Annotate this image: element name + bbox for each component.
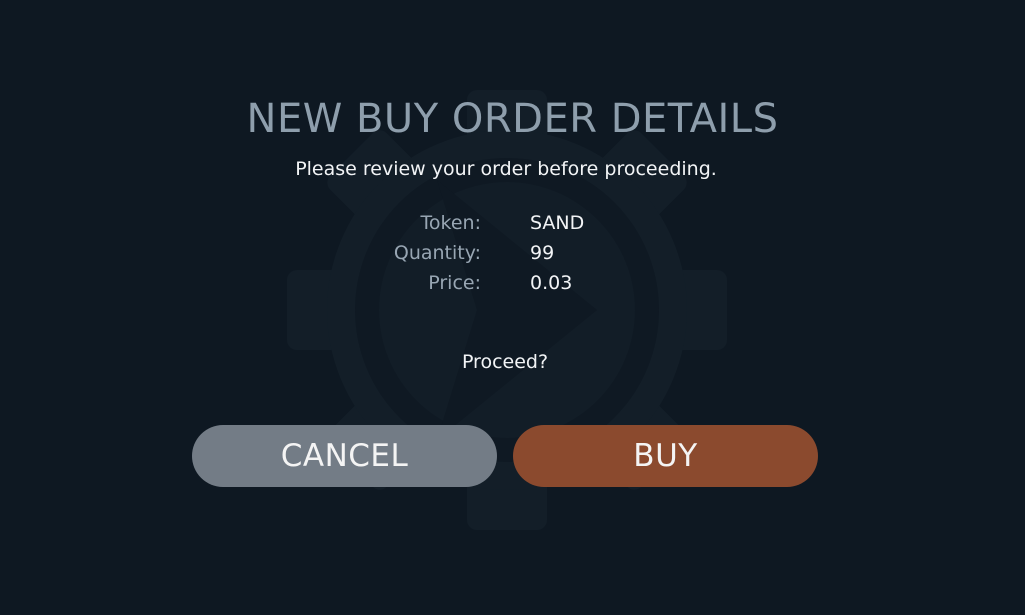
price-value: 0.03 bbox=[530, 272, 573, 294]
detail-row-price: Price: 0.03 bbox=[0, 272, 1025, 302]
token-value: SAND bbox=[530, 212, 585, 234]
order-confirmation-screen: NEW BUY ORDER DETAILS Please review your… bbox=[0, 0, 1025, 615]
detail-row-quantity: Quantity: 99 bbox=[0, 242, 1025, 272]
cancel-button[interactable]: CANCEL bbox=[192, 425, 497, 487]
subtitle: Please review your order before proceedi… bbox=[295, 158, 717, 180]
order-details: Token: SAND Quantity: 99 Price: 0.03 bbox=[0, 212, 1025, 302]
quantity-value: 99 bbox=[530, 242, 555, 264]
page-title: NEW BUY ORDER DETAILS bbox=[246, 96, 779, 142]
detail-row-token: Token: SAND bbox=[0, 212, 1025, 242]
buy-button[interactable]: BUY bbox=[513, 425, 818, 487]
price-label: Price: bbox=[428, 272, 481, 294]
quantity-label: Quantity: bbox=[393, 242, 481, 264]
token-label: Token: bbox=[420, 212, 481, 234]
proceed-prompt: Proceed? bbox=[461, 351, 549, 373]
